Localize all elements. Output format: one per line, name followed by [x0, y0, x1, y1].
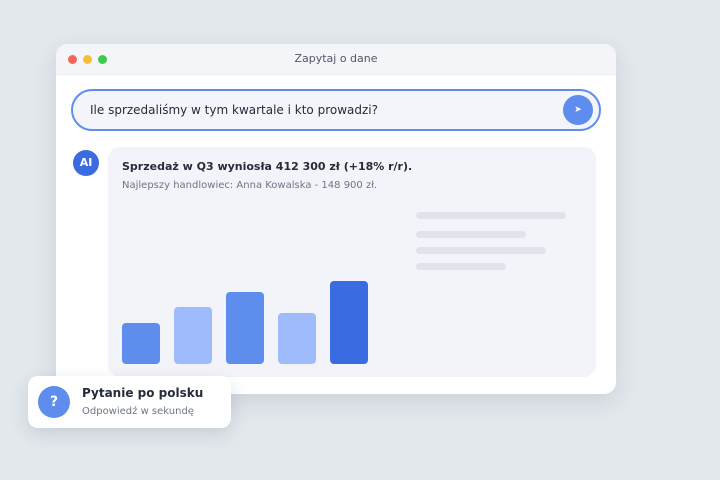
toast-subtitle: Odpowiedź w sekundę — [82, 406, 194, 417]
toast-title: Pytanie po polsku — [82, 386, 204, 400]
question-icon: ? — [38, 386, 70, 418]
question-text: Ile sprzedaliśmy w tym kwartale i kto pr… — [90, 103, 379, 117]
title-bar: Zapytaj o dane — [56, 44, 616, 75]
ai-avatar: AI — [73, 150, 99, 176]
chart-bar — [226, 292, 264, 364]
send-button[interactable]: ➤ — [563, 95, 593, 125]
chart-bar — [278, 313, 316, 364]
question-input[interactable]: Ile sprzedaliśmy w tym kwartale i kto pr… — [71, 89, 601, 131]
chart-bar — [330, 281, 368, 364]
chart-bar — [122, 323, 160, 364]
sales-bar-chart — [108, 147, 596, 377]
feature-toast: ? Pytanie po polsku Odpowiedź w sekundę — [28, 376, 231, 428]
window-title: Zapytaj o dane — [294, 52, 378, 65]
answer-card: Sprzedaż w Q3 wyniosła 412 300 zł (+18% … — [108, 147, 596, 377]
send-arrow-icon: ➤ — [574, 105, 582, 115]
chart-bar — [174, 307, 212, 364]
app-window: Zapytaj o dane Ile sprzedaliśmy w tym kw… — [56, 44, 616, 394]
